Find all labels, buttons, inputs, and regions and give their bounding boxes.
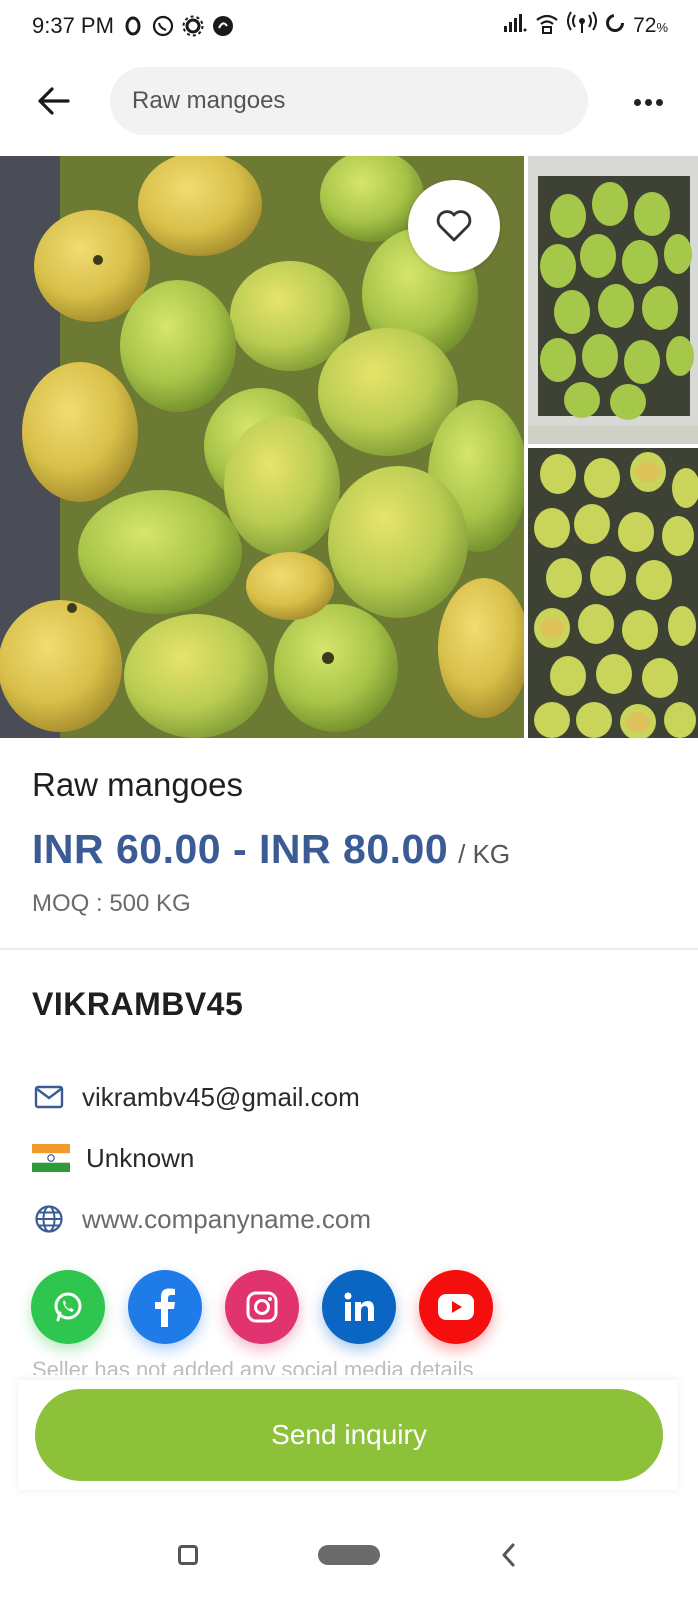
seller-country-row: Unknown — [32, 1141, 194, 1175]
facebook-button[interactable] — [128, 1270, 202, 1344]
moq-text: MOQ : 500 KG — [32, 890, 191, 917]
linkedin-button[interactable] — [322, 1270, 396, 1344]
product-photo-thumb-2[interactable] — [528, 448, 698, 738]
product-gallery — [0, 156, 698, 738]
instagram-button[interactable] — [225, 1270, 299, 1344]
seller-country: Unknown — [86, 1142, 195, 1173]
status-left: 9:37 PM — [32, 13, 234, 39]
instagram-icon — [246, 1291, 278, 1323]
battery-level: 72% — [633, 14, 668, 37]
status-time: 9:37 PM — [32, 13, 114, 38]
arrow-left-icon — [38, 87, 70, 115]
more-options-button[interactable] — [626, 80, 670, 124]
signal-icon — [503, 13, 527, 39]
seller-email-row[interactable]: vikrambv45@gmail.com — [32, 1080, 360, 1114]
india-flag-icon — [32, 1141, 70, 1175]
back-button[interactable] — [30, 78, 76, 124]
product-title: Raw mangoes — [32, 766, 243, 803]
globe-icon — [32, 1202, 66, 1236]
price-row: INR 60.00 - INR 80.00 / KG — [32, 826, 510, 873]
send-inquiry-button[interactable]: Send inquiry — [35, 1389, 663, 1481]
bottom-action-panel: Send inquiry — [18, 1380, 678, 1490]
battery-icon — [605, 13, 625, 39]
youtube-icon — [438, 1294, 474, 1320]
seller-name: VIKRAMBV45 — [32, 986, 244, 1022]
social-note: Seller has not added any social media de… — [32, 1357, 474, 1375]
whatsapp-status-icon — [152, 15, 174, 37]
price-range: INR 60.00 - INR 80.00 — [32, 826, 449, 872]
recent-apps-button[interactable] — [178, 1545, 198, 1565]
facebook-icon — [155, 1288, 175, 1327]
price-unit: / KG — [458, 839, 511, 869]
heart-icon — [436, 210, 472, 242]
status-bar: 9:37 PM 72% — [0, 0, 698, 52]
nav-back-button[interactable] — [494, 1540, 524, 1570]
seller-website-row[interactable]: www.companyname.com — [32, 1202, 371, 1236]
mail-icon — [32, 1080, 66, 1114]
notification-icon — [122, 15, 144, 37]
status-right: 72% — [503, 11, 668, 41]
home-button[interactable] — [318, 1545, 380, 1565]
top-bar: Raw mangoes — [0, 66, 698, 136]
whatsapp-button[interactable] — [31, 1270, 105, 1344]
search-input[interactable]: Raw mangoes — [110, 67, 588, 135]
dot — [644, 98, 652, 106]
settings-status-icon — [182, 15, 204, 37]
youtube-button[interactable] — [419, 1270, 493, 1344]
linkedin-icon — [344, 1292, 374, 1321]
hotspot-icon — [567, 11, 598, 41]
product-photo-thumb-1[interactable] — [528, 156, 698, 444]
wifi-icon — [535, 12, 559, 40]
app-status-icon — [212, 15, 234, 37]
dot — [633, 98, 641, 106]
seller-email[interactable]: vikrambv45@gmail.com — [82, 1082, 360, 1113]
system-nav-bar — [0, 1520, 698, 1590]
seller-website[interactable]: www.companyname.com — [82, 1204, 371, 1235]
favorite-button[interactable] — [408, 180, 500, 272]
social-links — [31, 1270, 493, 1344]
chevron-left-icon — [502, 1543, 515, 1567]
divider — [0, 948, 698, 950]
dot — [655, 98, 663, 106]
whatsapp-icon — [54, 1292, 82, 1322]
